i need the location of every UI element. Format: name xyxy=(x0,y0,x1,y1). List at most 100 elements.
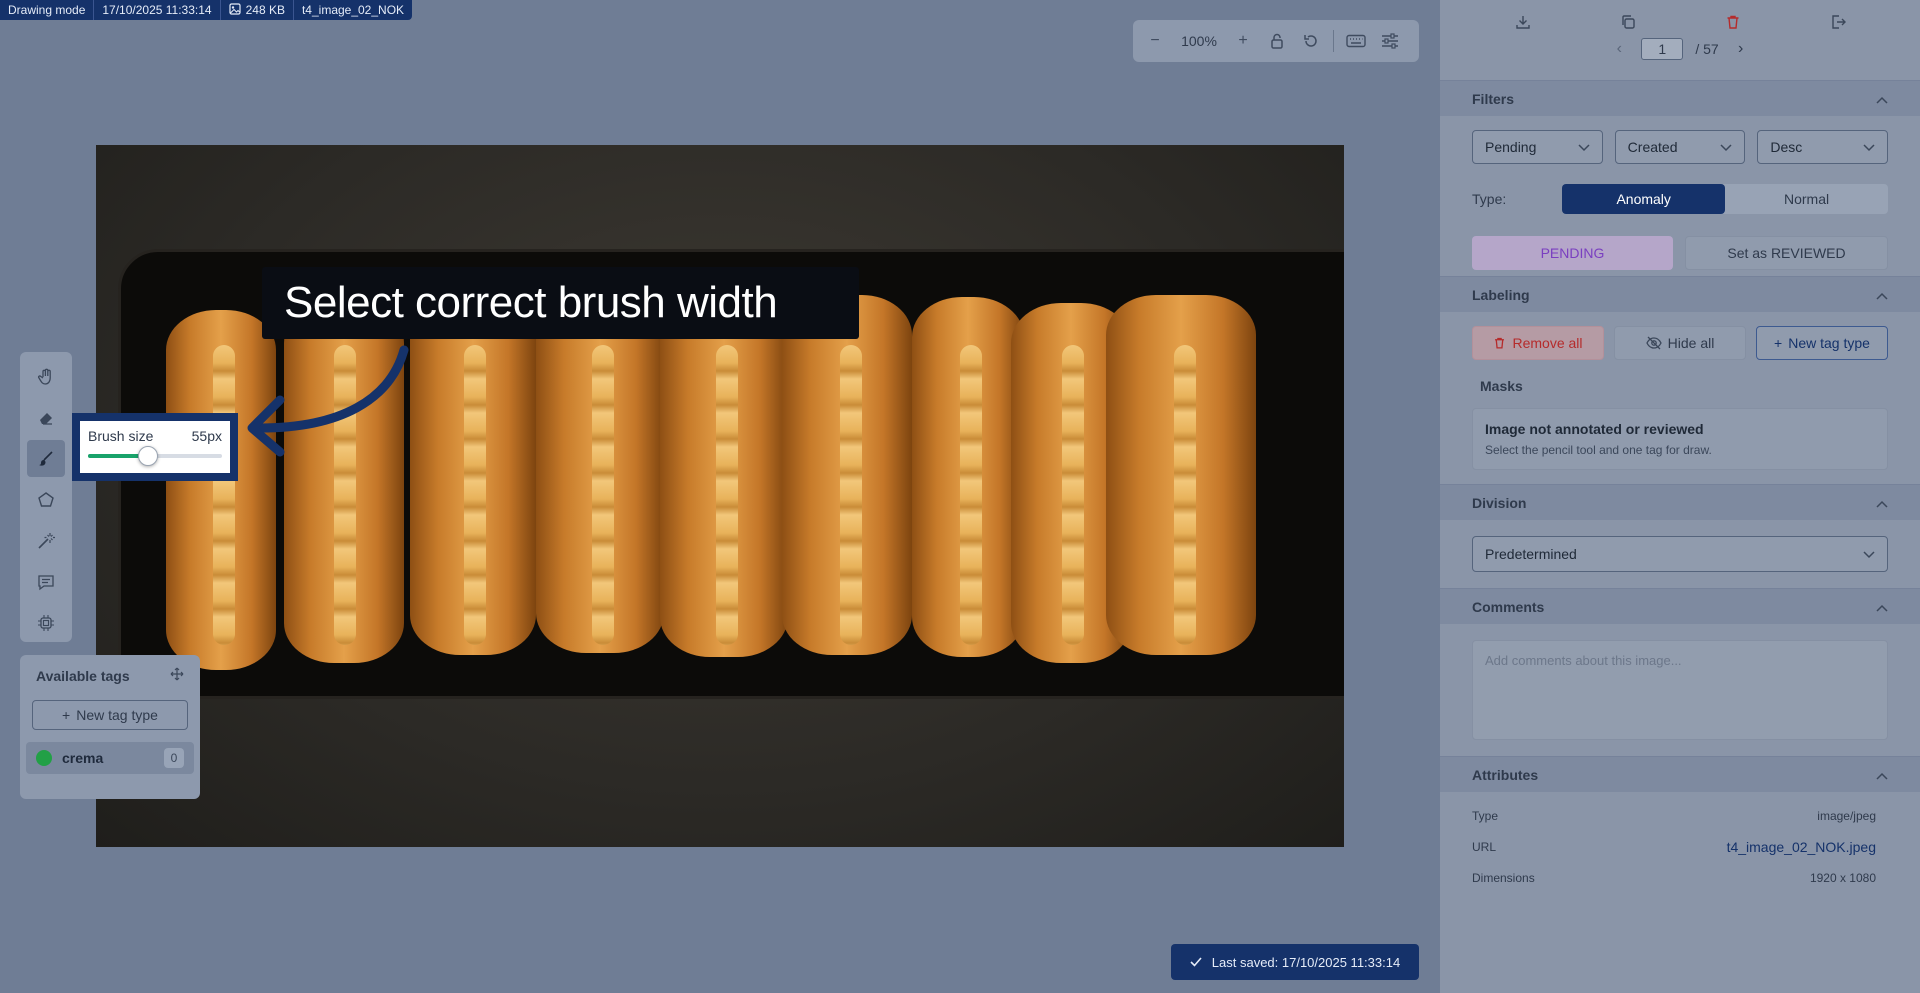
tag-color-dot xyxy=(36,750,52,766)
status-filter-value: Pending xyxy=(1485,139,1537,155)
zoom-in-button[interactable]: + xyxy=(1227,26,1259,56)
zoom-out-button[interactable]: − xyxy=(1139,26,1171,56)
cream-filling xyxy=(716,345,738,645)
masks-title: Masks xyxy=(1480,378,1523,394)
comment-tool-button[interactable] xyxy=(27,564,65,601)
type-normal-option[interactable]: Normal xyxy=(1725,184,1888,214)
type-label: Type: xyxy=(1472,191,1507,207)
tag-item-crema[interactable]: crema 0 xyxy=(26,742,194,774)
slider-thumb[interactable] xyxy=(138,446,159,466)
tag-name: crema xyxy=(62,750,104,766)
delete-button[interactable] xyxy=(1723,12,1743,32)
drawing-toolbar xyxy=(20,352,72,642)
prev-page-button[interactable]: ‹ xyxy=(1609,40,1629,58)
plus-icon: + xyxy=(62,707,71,723)
right-sidebar: ‹ 1 / 57 › Filters Pending Created Desc … xyxy=(1440,0,1920,993)
chevron-down-icon xyxy=(1863,546,1875,562)
hide-all-label: Hide all xyxy=(1667,335,1715,351)
plus-icon: + xyxy=(1774,335,1783,351)
status-badge: PENDING xyxy=(1472,236,1673,270)
eraser-tool-button[interactable] xyxy=(27,399,65,436)
comments-header[interactable]: Comments xyxy=(1440,588,1920,624)
download-button[interactable] xyxy=(1513,12,1533,32)
remove-all-button[interactable]: Remove all xyxy=(1472,326,1604,360)
new-tag-type-button[interactable]: + New tag type xyxy=(32,700,188,730)
image-url-link[interactable]: t4_image_02_NOK.jpeg xyxy=(1727,839,1876,855)
attribute-value: 1920 x 1080 xyxy=(1809,870,1876,885)
sort-order-value: Desc xyxy=(1770,139,1803,155)
cream-filling xyxy=(1174,345,1196,645)
attributes-header[interactable]: Attributes xyxy=(1440,756,1920,792)
chevron-up-icon xyxy=(1876,767,1888,783)
polygon-icon xyxy=(38,492,54,507)
chevron-down-icon xyxy=(1863,139,1875,155)
brush-tool-button[interactable] xyxy=(27,440,65,478)
canvas-area[interactable]: Drawing mode 17/10/2025 11:33:14 248 KB … xyxy=(0,0,1440,993)
download-icon xyxy=(1515,16,1530,29)
hide-all-button[interactable]: Hide all xyxy=(1614,326,1746,360)
labeling-title: Labeling xyxy=(1472,286,1530,303)
minus-icon: − xyxy=(1150,32,1160,49)
sort-field-select[interactable]: Created xyxy=(1614,130,1746,164)
comments-textarea[interactable]: Add comments about this image... xyxy=(1472,640,1888,740)
cream-filling xyxy=(592,345,614,645)
new-tag-type-button[interactable]: + New tag type xyxy=(1756,326,1888,360)
cream-filling xyxy=(960,345,982,645)
attribute-label: Type xyxy=(1472,808,1499,823)
hand-icon xyxy=(38,368,51,385)
exit-button[interactable] xyxy=(1828,12,1848,32)
lock-button[interactable] xyxy=(1261,26,1293,56)
empty-title: Image not annotated or reviewed xyxy=(1485,421,1704,437)
ai-tool-button[interactable] xyxy=(27,605,65,642)
division-select[interactable]: Predetermined xyxy=(1472,536,1888,572)
keyboard-button[interactable] xyxy=(1340,26,1372,56)
attributes-title: Attributes xyxy=(1472,766,1539,783)
duplicate-button[interactable] xyxy=(1618,12,1638,32)
attribute-row: Dimensions 1920 x 1080 xyxy=(1472,862,1876,893)
page-total: / 57 xyxy=(1695,41,1719,57)
next-page-button[interactable]: › xyxy=(1731,40,1751,58)
attribute-row: URL t4_image_02_NOK.jpeg xyxy=(1472,831,1876,862)
available-tags-panel: Available tags + New tag type crema 0 xyxy=(20,655,200,799)
pan-tool-button[interactable] xyxy=(27,358,65,395)
tags-title: Available tags xyxy=(36,667,130,684)
new-tag-label: New tag type xyxy=(1788,335,1870,351)
trash-icon xyxy=(1495,337,1505,349)
sort-order-select[interactable]: Desc xyxy=(1757,130,1889,164)
file-size: 248 KB xyxy=(221,0,294,20)
set-reviewed-button[interactable]: Set as REVIEWED xyxy=(1685,236,1888,270)
type-anomaly-option[interactable]: Anomaly xyxy=(1562,184,1726,214)
chevron-up-icon xyxy=(1876,495,1888,511)
cream-filling xyxy=(840,345,862,645)
zoom-toolbar: − 100% + xyxy=(1133,20,1419,62)
plus-icon: + xyxy=(1238,32,1248,49)
last-saved-toast: Last saved: 17/10/2025 11:33:14 xyxy=(1171,944,1419,980)
magic-wand-icon xyxy=(38,533,55,549)
trash-icon xyxy=(1727,15,1738,29)
pagination: ‹ 1 / 57 › xyxy=(1440,38,1920,60)
status-filter-select[interactable]: Pending xyxy=(1472,130,1603,164)
chevron-down-icon xyxy=(1578,139,1590,155)
inspection-image[interactable] xyxy=(96,145,1344,847)
rotate-icon xyxy=(1304,35,1317,47)
reset-button[interactable] xyxy=(1295,26,1327,56)
brush-size-slider[interactable] xyxy=(88,446,222,466)
file-size-label: 248 KB xyxy=(245,3,285,17)
zoom-level: 100% xyxy=(1181,33,1217,49)
division-header[interactable]: Division xyxy=(1440,484,1920,520)
division-title: Division xyxy=(1472,494,1527,511)
brush-size-label: Brush size xyxy=(88,428,154,444)
magic-wand-tool-button[interactable] xyxy=(27,523,65,560)
settings-button[interactable] xyxy=(1374,26,1406,56)
labeling-header[interactable]: Labeling xyxy=(1440,276,1920,312)
division-value: Predetermined xyxy=(1485,546,1577,562)
filters-header[interactable]: Filters xyxy=(1440,80,1920,116)
attribute-value: image/jpeg xyxy=(1817,808,1876,823)
filename-label: t4_image_02_NOK xyxy=(301,3,405,17)
chevron-up-icon xyxy=(1876,287,1888,303)
page-input[interactable]: 1 xyxy=(1641,38,1684,60)
polygon-tool-button[interactable] xyxy=(27,481,65,518)
datetime-label: 17/10/2025 11:33:14 xyxy=(94,0,221,20)
move-handle[interactable] xyxy=(170,667,184,684)
chevron-up-icon xyxy=(1876,599,1888,615)
